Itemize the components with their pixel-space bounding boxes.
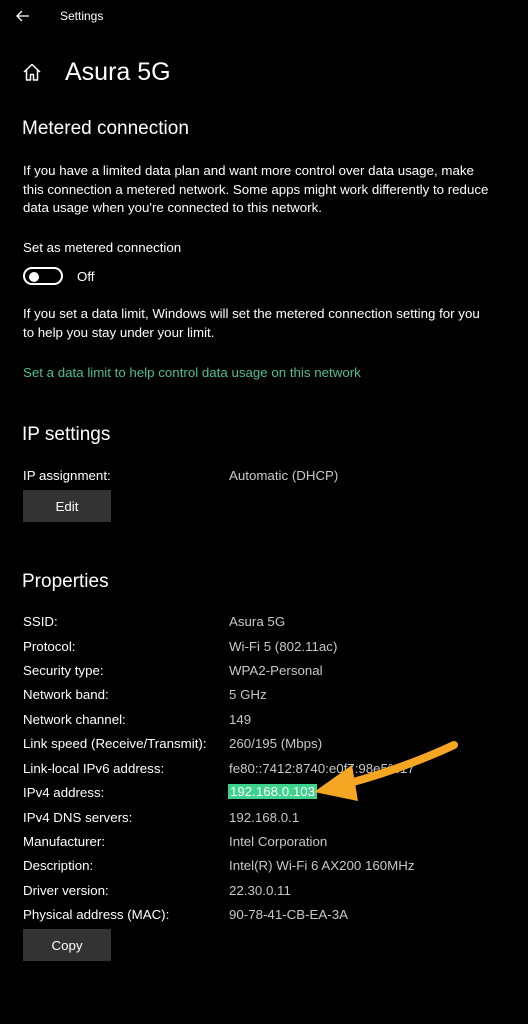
property-value-channel: 149 <box>229 712 252 727</box>
property-key-link-speed: Link speed (Receive/Transmit): <box>23 736 207 751</box>
property-key-protocol: Protocol: <box>23 639 76 654</box>
property-key-channel: Network channel: <box>23 712 126 727</box>
back-arrow-icon <box>16 10 29 22</box>
toggle-knob <box>29 272 39 282</box>
metered-toggle-row: Off <box>23 266 95 286</box>
page-title: Asura 5G <box>65 57 171 86</box>
property-key-ssid: SSID: <box>23 614 58 629</box>
property-value-protocol: Wi-Fi 5 (802.11ac) <box>229 639 338 654</box>
home-icon[interactable] <box>22 61 44 83</box>
property-value-manufacturer: Intel Corporation <box>229 834 328 849</box>
property-value-band: 5 GHz <box>229 687 267 702</box>
property-key-security: Security type: <box>23 663 104 678</box>
metered-toggle-switch[interactable] <box>23 267 63 285</box>
property-value-driver: 22.30.0.11 <box>229 883 291 898</box>
annotation-arrow-icon <box>314 741 458 801</box>
property-key-description: Description: <box>23 858 94 873</box>
property-key-band: Network band: <box>23 687 109 702</box>
metered-description: If you have a limited data plan and want… <box>23 163 489 215</box>
data-limit-note: If you set a data limit, Windows will se… <box>23 306 480 340</box>
title-bar: Settings <box>0 0 528 32</box>
ip-assignment-label: IP assignment: <box>23 468 111 483</box>
ip-settings-heading: IP settings <box>22 424 111 445</box>
copy-button[interactable]: Copy <box>23 929 111 961</box>
metered-toggle-label: Set as metered connection <box>23 240 182 255</box>
property-key-manufacturer: Manufacturer: <box>23 834 106 849</box>
edit-ip-button[interactable]: Edit <box>23 490 111 522</box>
property-key-mac: Physical address (MAC): <box>23 907 170 922</box>
metered-heading: Metered connection <box>22 118 189 139</box>
property-value-description: Intel(R) Wi-Fi 6 AX200 160MHz <box>229 858 415 873</box>
property-key-ipv6: Link-local IPv6 address: <box>23 761 165 776</box>
property-value-mac: 90-78-41-CB-EA-3A <box>229 907 348 922</box>
property-value-security: WPA2-Personal <box>229 663 323 678</box>
property-key-driver: Driver version: <box>23 883 109 898</box>
back-button[interactable] <box>10 4 36 28</box>
property-value-dns: 192.168.0.1 <box>229 810 300 825</box>
ip-assignment-value: Automatic (DHCP) <box>229 468 339 483</box>
properties-heading: Properties <box>22 571 109 592</box>
set-data-limit-link[interactable]: Set a data limit to help control data us… <box>23 365 361 380</box>
app-title: Settings <box>60 9 104 23</box>
property-value-ssid: Asura 5G <box>229 614 286 629</box>
metered-toggle-state: Off <box>77 268 95 284</box>
property-key-ipv4: IPv4 address: <box>23 785 105 800</box>
property-key-dns: IPv4 DNS servers: <box>23 810 133 825</box>
page-header: Asura 5G <box>22 56 171 88</box>
